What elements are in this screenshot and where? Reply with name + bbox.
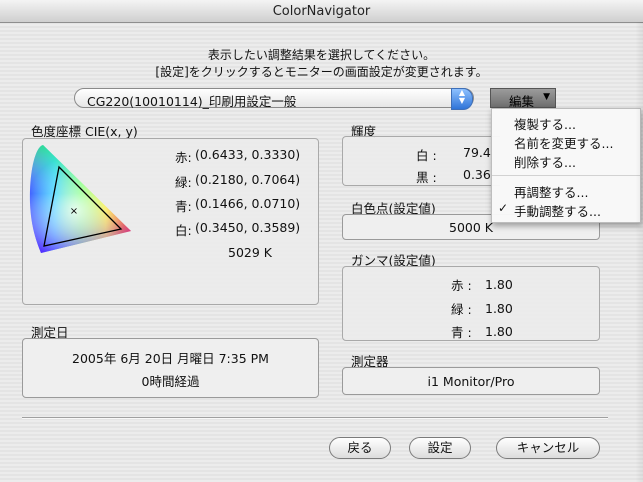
- title-bar: ColorNavigator: [0, 0, 643, 23]
- edit-menu: 複製する... 名前を変更する... 削除する... 再調整する... ✓ 手動…: [491, 108, 641, 223]
- menu-separator: [492, 175, 640, 176]
- blue-label: 青:: [175, 199, 192, 214]
- white-label: 白:: [175, 223, 192, 238]
- menu-item-manual-adjust[interactable]: 手動調整する...: [514, 201, 601, 220]
- gamma-blue-value: 1.80: [485, 324, 513, 339]
- luminance-group: 白 : 79.4 黒 : 0.36: [342, 136, 500, 186]
- luminance-white-value: 79.4: [463, 145, 491, 160]
- red-label: 赤:: [175, 150, 192, 165]
- gamma-blue-label: 青 :: [451, 325, 472, 340]
- window-title: ColorNavigator: [272, 4, 371, 19]
- profile-select[interactable]: CG220(10010114)_印刷用設定一般 ▲ ▼: [74, 88, 474, 110]
- measured-date-box: 2005年 6月 20日 月曜日 7:35 PM 0時間経過: [22, 338, 319, 398]
- white-value: (0.3450, 0.3589): [195, 220, 301, 235]
- white-point-marker: ×: [70, 206, 78, 217]
- color-navigator-window: ColorNavigator 表示したい調整結果を選択してください。 [設定]を…: [0, 0, 643, 482]
- chromaticity-group: × 赤: (0.6433, 0.3330) 緑: (0.2180, 0.7064…: [22, 138, 319, 305]
- window-edge-shadow: [635, 22, 643, 482]
- divider: [22, 417, 608, 419]
- measured-date-value: 2005年 6月 20日 月曜日 7:35 PM: [72, 351, 269, 366]
- edit-menu-button[interactable]: 編集 ▼: [490, 88, 556, 109]
- cancel-button[interactable]: キャンセル: [496, 437, 600, 459]
- color-temperature: 5029 K: [228, 245, 272, 260]
- instruction-line-1: 表示したい調整結果を選択してください。: [207, 48, 436, 62]
- gamma-red-label: 赤 :: [451, 278, 472, 293]
- elapsed-time: 0時間経過: [141, 374, 200, 389]
- gamma-red-value: 1.80: [485, 277, 513, 292]
- menu-item-rename[interactable]: 名前を変更する...: [514, 133, 613, 152]
- green-value: (0.2180, 0.7064): [195, 172, 301, 187]
- instrument-value: i1 Monitor/Pro: [427, 374, 515, 389]
- chevron-down-icon: ▼: [543, 92, 550, 102]
- menu-item-delete[interactable]: 削除する...: [514, 152, 576, 171]
- gamma-green-label: 緑 :: [451, 302, 472, 317]
- instrument-box: i1 Monitor/Pro: [342, 367, 600, 395]
- green-label: 緑:: [175, 175, 192, 190]
- red-value: (0.6433, 0.3330): [195, 147, 301, 162]
- menu-item-recalibrate[interactable]: 再調整する...: [514, 182, 588, 201]
- luminance-white-label: 白 :: [416, 148, 437, 163]
- profile-select-value: CG220(10010114)_印刷用設定一般: [87, 94, 297, 109]
- gamma-green-value: 1.80: [485, 301, 513, 316]
- cie-diagram: ×: [29, 145, 131, 253]
- apply-button[interactable]: 設定: [409, 437, 471, 459]
- blue-value: (0.1466, 0.0710): [195, 196, 301, 211]
- menu-item-duplicate[interactable]: 複製する...: [514, 114, 576, 133]
- updown-arrows-icon: ▲ ▼: [451, 88, 473, 110]
- instruction-line-2: [設定]をクリックするとモニターの画面設定が変更されます。: [155, 65, 488, 79]
- back-button[interactable]: 戻る: [329, 437, 391, 459]
- luminance-black-value: 0.36: [463, 167, 491, 182]
- gamma-group: 赤 : 1.80 緑 : 1.80 青 : 1.80: [342, 266, 600, 341]
- check-icon: ✓: [498, 201, 509, 215]
- luminance-black-label: 黒 :: [416, 170, 437, 185]
